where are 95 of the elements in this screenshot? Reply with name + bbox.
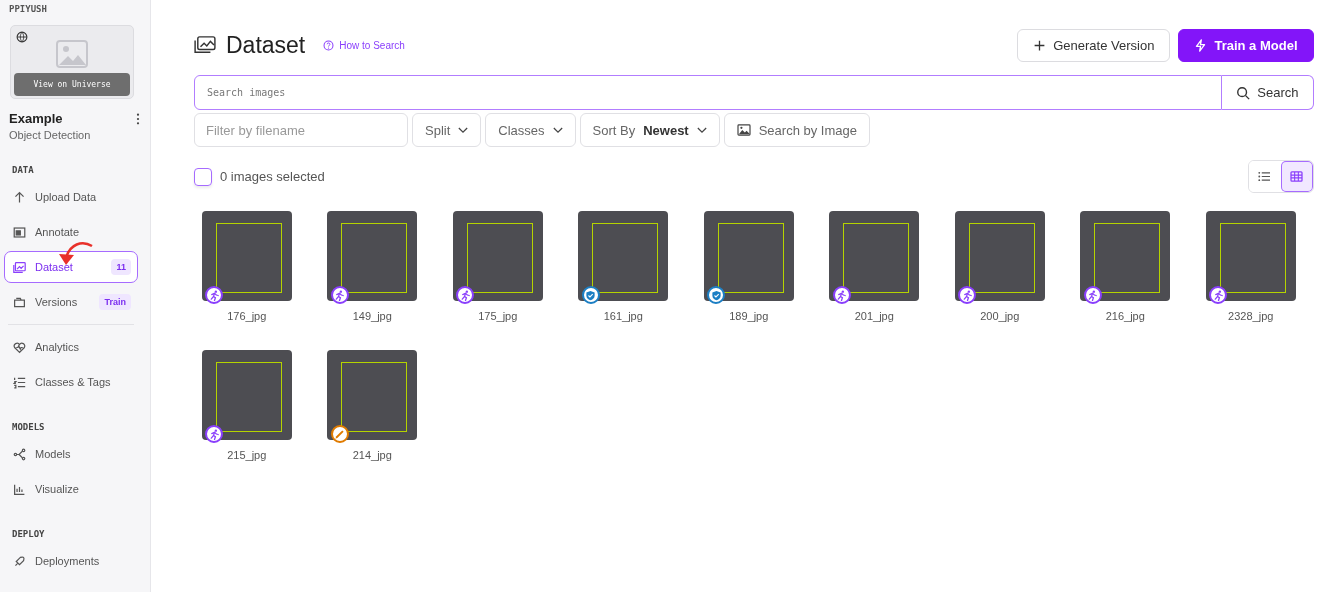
sidebar-item[interactable]: Deployments xyxy=(4,545,138,577)
more-icon[interactable] xyxy=(136,112,140,125)
bounding-box xyxy=(1219,223,1286,293)
sort-dropdown[interactable]: Sort By Newest xyxy=(579,113,720,147)
project-type: Object Detection xyxy=(9,129,92,141)
running-person-icon xyxy=(836,289,847,301)
sort-label: Sort By xyxy=(592,122,636,138)
image-thumbnail-card[interactable]: 189_jpg xyxy=(686,211,812,322)
chart-icon xyxy=(13,482,26,496)
list-icon xyxy=(13,375,26,389)
generate-version-button[interactable]: Generate Version xyxy=(1017,28,1171,62)
search-icon xyxy=(1236,85,1251,100)
sidebar-item[interactable]: Versions Train xyxy=(4,286,138,318)
search-field[interactable]: Search images xyxy=(194,75,1223,110)
image-thumbnail-card[interactable]: 201_jpg xyxy=(811,211,937,322)
grid-view-button[interactable] xyxy=(1280,161,1313,192)
image-filename: 176_jpg xyxy=(227,310,267,322)
section-heading: DATA xyxy=(12,165,35,175)
pencil-icon xyxy=(334,428,345,440)
image-thumbnail-card[interactable]: 2328_jpg xyxy=(1188,211,1314,322)
image-thumbnail-card[interactable]: 216_jpg xyxy=(1062,211,1188,322)
sort-value: Newest xyxy=(643,122,689,138)
bounding-box xyxy=(843,223,910,293)
help-link[interactable]: How to Search xyxy=(323,39,405,51)
shield-icon xyxy=(585,289,596,301)
section-heading: MODELS xyxy=(12,422,46,432)
section-heading: DEPLOY xyxy=(12,529,46,539)
plus-icon xyxy=(1033,38,1047,52)
image-icon xyxy=(736,124,751,136)
chevron-down-icon xyxy=(552,126,563,134)
image-filename: 175_jpg xyxy=(478,310,518,322)
sidebar-item[interactable]: Visualize xyxy=(4,473,138,505)
count-badge: Train xyxy=(99,294,131,310)
chevron-down-icon xyxy=(458,126,469,134)
image-thumbnail-card[interactable]: 200_jpg xyxy=(937,211,1063,322)
image-filename: 2328_jpg xyxy=(1228,310,1274,322)
image-filename: 200_jpg xyxy=(980,310,1020,322)
image-filename: 215_jpg xyxy=(227,449,267,461)
help-icon xyxy=(323,39,335,51)
bounding-box xyxy=(968,223,1035,293)
image-filename: 201_jpg xyxy=(854,310,894,322)
running-person-icon xyxy=(334,289,345,301)
image-thumbnail-card[interactable]: 175_jpg xyxy=(435,211,561,322)
image-icon xyxy=(13,225,26,239)
running-person-icon xyxy=(1087,289,1098,301)
image-thumbnail-card[interactable]: 161_jpg xyxy=(560,211,686,322)
page-title: Dataset xyxy=(226,31,306,59)
images-icon xyxy=(194,36,216,54)
bounding-box xyxy=(466,223,533,293)
bounding-box xyxy=(592,223,659,293)
select-all-checkbox[interactable] xyxy=(194,167,212,186)
image-thumbnail-card[interactable]: 149_jpg xyxy=(309,211,435,322)
bounding-box xyxy=(717,223,784,293)
classes-dropdown[interactable]: Classes xyxy=(485,113,576,147)
sidebar-item[interactable]: Upload Data xyxy=(4,181,138,213)
lightning-icon xyxy=(1194,38,1208,52)
upload-icon xyxy=(13,190,26,204)
bounding-box xyxy=(215,223,282,293)
search-by-image-button[interactable]: Search by Image xyxy=(723,113,870,147)
grid-icon xyxy=(1290,171,1303,182)
train-model-button[interactable]: Train a Model xyxy=(1178,28,1314,62)
image-filename: 189_jpg xyxy=(729,310,769,322)
image-filename: 161_jpg xyxy=(603,310,643,322)
image-thumbnail-card[interactable]: 215_jpg xyxy=(184,350,310,461)
images-icon xyxy=(13,260,26,274)
heart-icon xyxy=(13,340,26,354)
bounding-box xyxy=(341,362,408,432)
chevron-down-icon xyxy=(696,126,707,134)
project-name: Example xyxy=(9,111,63,126)
sidebar-item[interactable]: Annotate xyxy=(4,216,138,248)
rocket-icon xyxy=(13,554,26,568)
image-thumbnail-card[interactable]: 214_jpg xyxy=(309,350,435,461)
image-filename: 214_jpg xyxy=(352,449,392,461)
list-icon xyxy=(1258,171,1271,182)
network-icon xyxy=(13,447,26,461)
filename-filter-field[interactable]: Filter by filename xyxy=(194,113,408,147)
globe-icon xyxy=(16,31,28,43)
bounding-box xyxy=(341,223,408,293)
sidebar-item[interactable]: Analytics xyxy=(4,331,138,363)
sidebar-item[interactable]: Dataset 11 xyxy=(4,251,138,283)
folder-icon xyxy=(13,295,26,309)
image-filename: 216_jpg xyxy=(1105,310,1145,322)
image-thumbnail-card[interactable]: 176_jpg xyxy=(184,211,310,322)
count-badge: 11 xyxy=(111,259,131,275)
split-dropdown[interactable]: Split xyxy=(412,113,482,147)
view-on-universe-button[interactable]: View on Universe xyxy=(14,73,130,96)
workspace-name: PPIYUSH xyxy=(9,4,48,16)
search-button[interactable]: Search xyxy=(1222,75,1314,110)
image-icon xyxy=(56,40,88,68)
bounding-box xyxy=(215,362,282,432)
sidebar-item[interactable]: Models xyxy=(4,438,138,470)
bounding-box xyxy=(1094,223,1161,293)
image-filename: 149_jpg xyxy=(352,310,392,322)
sidebar-item[interactable]: Classes & Tags xyxy=(4,366,138,398)
selection-count: 0 images selected xyxy=(220,169,325,184)
